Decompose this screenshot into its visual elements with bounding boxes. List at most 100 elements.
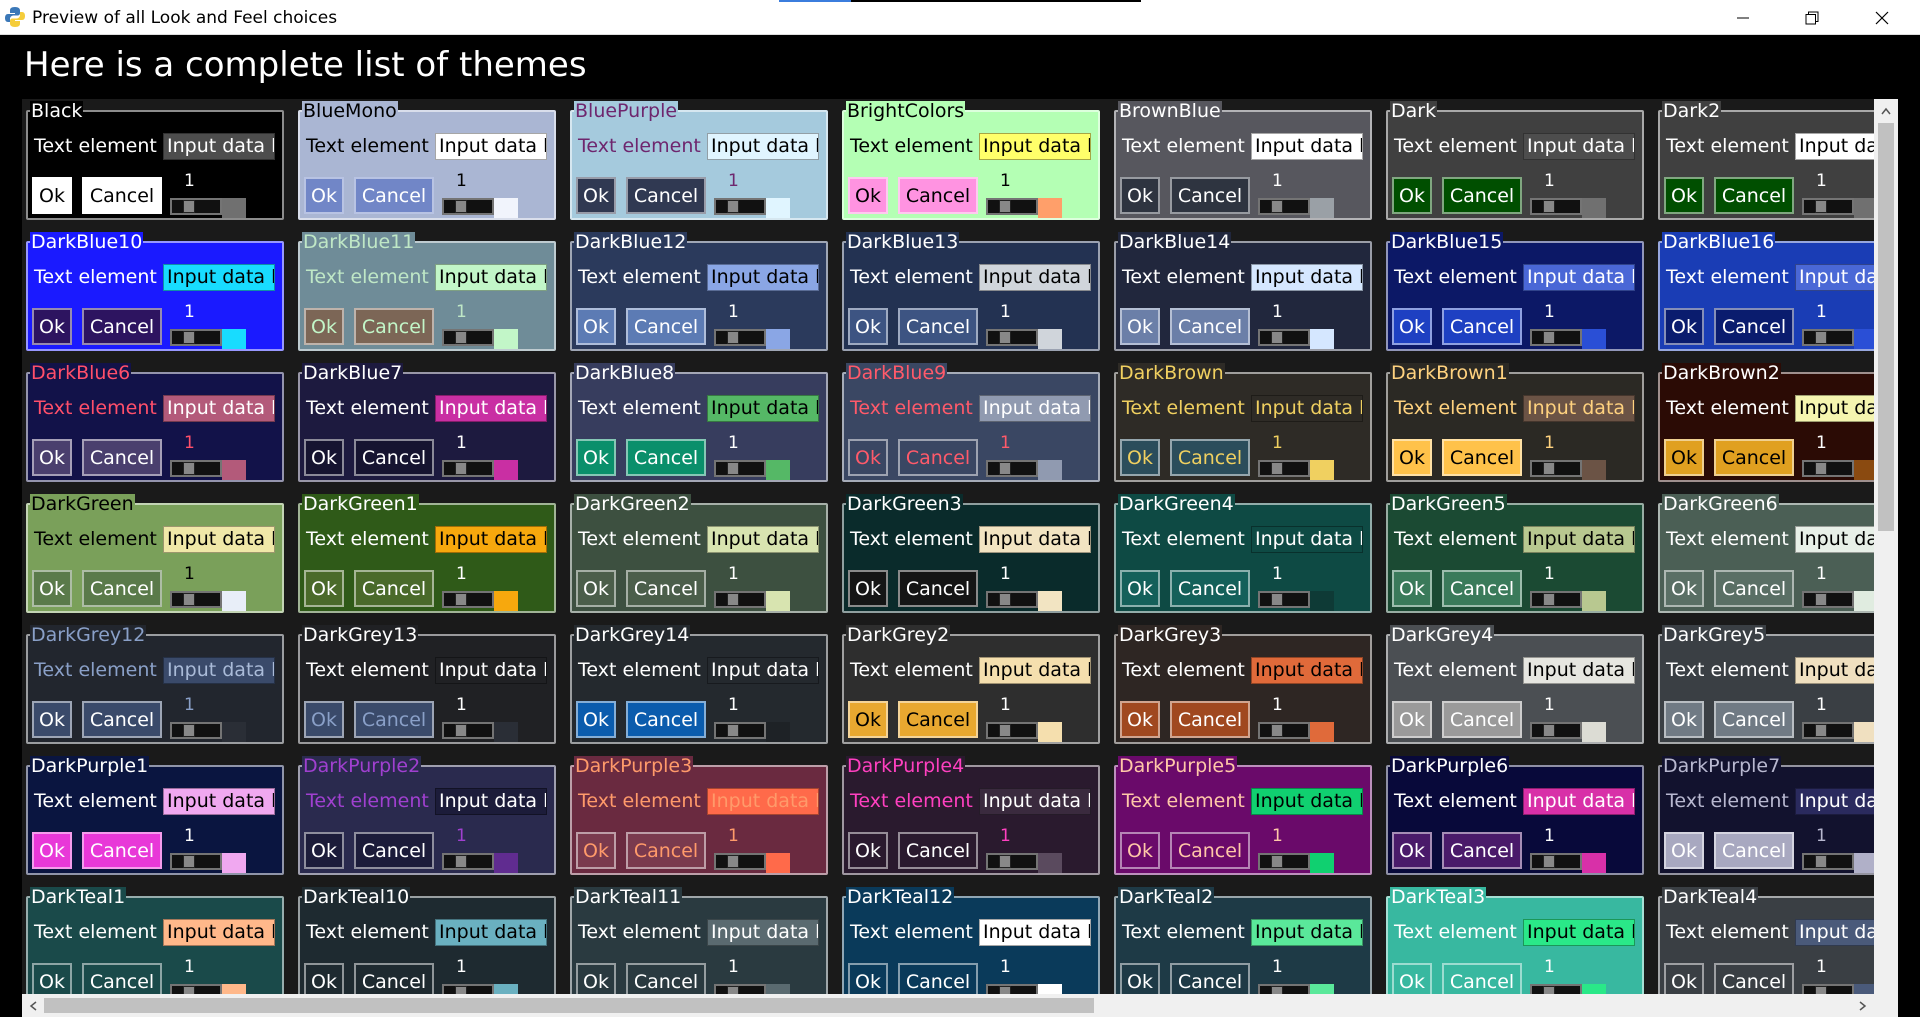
cancel-button[interactable]: Cancel [1442, 832, 1522, 869]
ok-button[interactable]: Ok [32, 963, 72, 994]
slider[interactable] [986, 591, 1038, 608]
input-field[interactable]: Input data here [163, 264, 275, 291]
slider-handle[interactable] [183, 593, 195, 606]
ok-button[interactable]: Ok [576, 570, 616, 607]
input-field[interactable]: Input data here [435, 919, 547, 946]
horizontal-scrollbar[interactable] [22, 994, 1874, 1017]
cancel-button[interactable]: Cancel [82, 308, 162, 345]
input-field[interactable]: Input data here [1523, 264, 1635, 291]
ok-button[interactable]: Ok [1392, 832, 1432, 869]
input-field[interactable]: Input data here [1251, 526, 1363, 553]
input-field[interactable]: Input data here [1523, 395, 1635, 422]
ok-button[interactable]: Ok [576, 701, 616, 738]
slider-handle[interactable] [727, 855, 739, 868]
cancel-button[interactable]: Cancel [898, 963, 978, 994]
slider[interactable] [1530, 853, 1582, 870]
slider[interactable] [986, 198, 1038, 215]
slider-handle[interactable] [183, 331, 195, 344]
minimize-button[interactable] [1709, 0, 1777, 35]
cancel-button[interactable]: Cancel [1170, 963, 1250, 994]
cancel-button[interactable]: Cancel [626, 963, 706, 994]
ok-button[interactable]: Ok [1392, 701, 1432, 738]
ok-button[interactable]: Ok [304, 308, 344, 345]
slider-handle[interactable] [999, 200, 1011, 213]
slider-handle[interactable] [999, 855, 1011, 868]
ok-button[interactable]: Ok [576, 832, 616, 869]
cancel-button[interactable]: Cancel [354, 832, 434, 869]
cancel-button[interactable]: Cancel [1714, 832, 1794, 869]
slider[interactable] [170, 198, 222, 215]
input-field[interactable]: Input data here [707, 264, 819, 291]
cancel-button[interactable]: Cancel [1714, 308, 1794, 345]
slider[interactable] [1258, 984, 1310, 994]
vertical-scrollbar[interactable] [1874, 99, 1898, 994]
cancel-button[interactable]: Cancel [1442, 177, 1522, 214]
input-field[interactable]: Input data here [163, 919, 275, 946]
slider-handle[interactable] [1815, 462, 1827, 475]
ok-button[interactable]: Ok [1664, 701, 1704, 738]
ok-button[interactable]: Ok [1664, 963, 1704, 994]
slider[interactable] [1530, 198, 1582, 215]
ok-button[interactable]: Ok [32, 570, 72, 607]
slider[interactable] [442, 984, 494, 994]
cancel-button[interactable]: Cancel [354, 701, 434, 738]
input-field[interactable]: Input data here [979, 788, 1091, 815]
slider-handle[interactable] [1543, 462, 1555, 475]
ok-button[interactable]: Ok [32, 701, 72, 738]
slider-handle[interactable] [183, 986, 195, 994]
slider[interactable] [442, 853, 494, 870]
scroll-right-arrow-icon[interactable] [1852, 994, 1874, 1017]
slider[interactable] [1802, 591, 1854, 608]
ok-button[interactable]: Ok [32, 832, 72, 869]
slider-handle[interactable] [727, 986, 739, 994]
slider-handle[interactable] [1543, 986, 1555, 994]
slider[interactable] [170, 853, 222, 870]
slider[interactable] [1258, 591, 1310, 608]
ok-button[interactable]: Ok [304, 701, 344, 738]
ok-button[interactable]: Ok [1664, 570, 1704, 607]
input-field[interactable]: Input data here [979, 133, 1091, 160]
cancel-button[interactable]: Cancel [1442, 439, 1522, 476]
slider-handle[interactable] [999, 462, 1011, 475]
input-field[interactable]: Input data here [1523, 657, 1635, 684]
close-button[interactable] [1848, 0, 1916, 35]
themes-scroll-area[interactable]: Black Text element Input data here Ok Cancel… [22, 99, 1874, 994]
slider[interactable] [1530, 460, 1582, 477]
cancel-button[interactable]: Cancel [626, 832, 706, 869]
input-field[interactable]: Input data here [707, 395, 819, 422]
slider-handle[interactable] [1271, 986, 1283, 994]
input-field[interactable]: Input data here [435, 526, 547, 553]
input-field[interactable]: Input data here [435, 264, 547, 291]
slider[interactable] [714, 198, 766, 215]
cancel-button[interactable]: Cancel [1442, 570, 1522, 607]
input-field[interactable]: Input data here [1795, 919, 1874, 946]
slider-handle[interactable] [1271, 855, 1283, 868]
ok-button[interactable]: Ok [848, 177, 888, 214]
slider-handle[interactable] [1271, 724, 1283, 737]
slider[interactable] [986, 984, 1038, 994]
cancel-button[interactable]: Cancel [626, 439, 706, 476]
input-field[interactable]: Input data here [979, 657, 1091, 684]
ok-button[interactable]: Ok [1392, 570, 1432, 607]
slider-handle[interactable] [727, 331, 739, 344]
cancel-button[interactable]: Cancel [354, 439, 434, 476]
slider[interactable] [986, 329, 1038, 346]
slider-handle[interactable] [1543, 593, 1555, 606]
slider[interactable] [1802, 722, 1854, 739]
slider-handle[interactable] [999, 724, 1011, 737]
ok-button[interactable]: Ok [576, 177, 616, 214]
scroll-left-arrow-icon[interactable] [22, 994, 44, 1017]
slider[interactable] [714, 722, 766, 739]
input-field[interactable]: Input data here [1795, 788, 1874, 815]
cancel-button[interactable]: Cancel [82, 439, 162, 476]
input-field[interactable]: Input data here [435, 133, 547, 160]
input-field[interactable]: Input data here [435, 657, 547, 684]
ok-button[interactable]: Ok [1392, 177, 1432, 214]
input-field[interactable]: Input data here [163, 133, 275, 160]
ok-button[interactable]: Ok [848, 570, 888, 607]
scroll-up-arrow-icon[interactable] [1874, 99, 1898, 123]
slider[interactable] [714, 853, 766, 870]
ok-button[interactable]: Ok [848, 308, 888, 345]
slider-handle[interactable] [1815, 331, 1827, 344]
input-field[interactable]: Input data here [435, 788, 547, 815]
